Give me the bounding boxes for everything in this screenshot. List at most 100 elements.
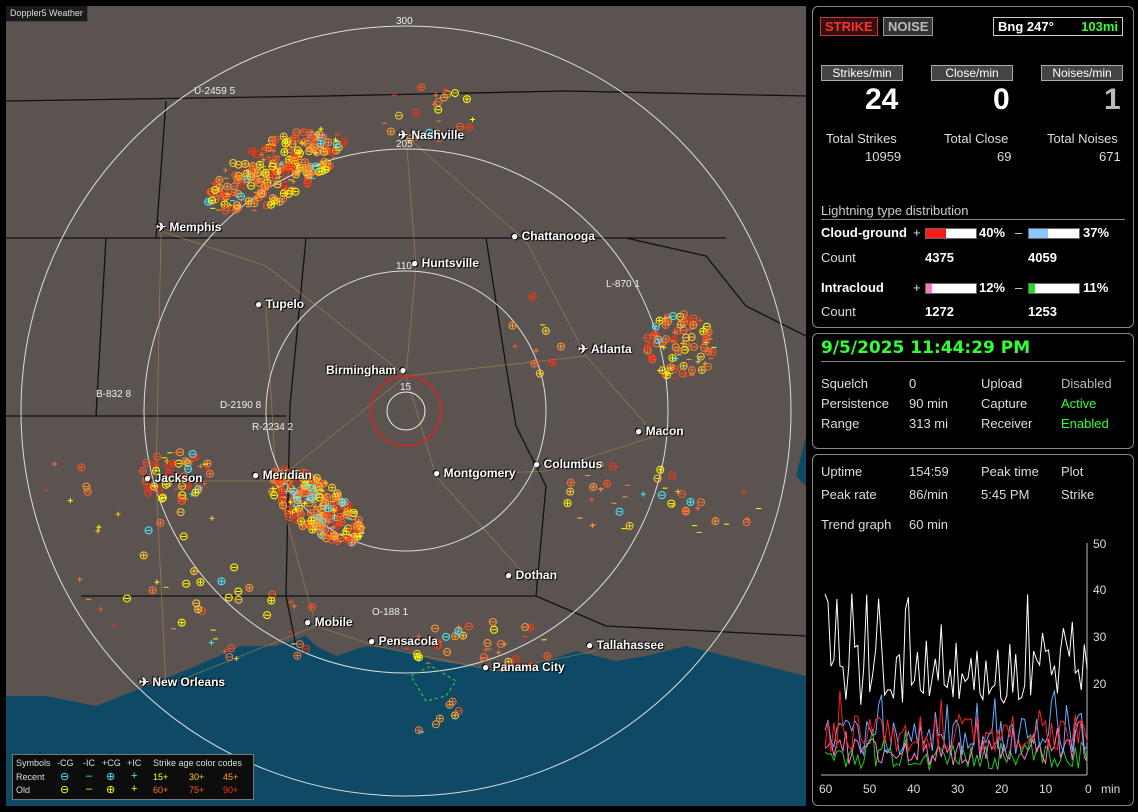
y-tick-30: 30 bbox=[1093, 630, 1107, 644]
strike-symbol bbox=[269, 175, 275, 181]
x-unit: min bbox=[1101, 782, 1121, 796]
strike-symbol bbox=[242, 161, 248, 167]
strike-symbol bbox=[246, 585, 252, 591]
strike-symbol bbox=[549, 359, 555, 365]
city-mobile: ● Mobile bbox=[304, 615, 353, 629]
strike-symbol bbox=[512, 343, 518, 349]
cg-count-label: Count bbox=[821, 250, 856, 265]
strike-symbol bbox=[268, 598, 274, 604]
ic-pos-pct: 12% bbox=[979, 280, 1006, 295]
city-huntsville: ● Huntsville bbox=[411, 256, 479, 270]
strike-symbol bbox=[179, 620, 185, 626]
city-chattanooga: ● Chattanooga bbox=[511, 229, 595, 243]
y-tick-50: 50 bbox=[1093, 537, 1107, 551]
range-label: Range bbox=[821, 416, 860, 431]
storm-marker-r[interactable]: R-2234 2 bbox=[252, 422, 293, 433]
city-label: Meridian bbox=[262, 468, 312, 482]
city-label: Tupelo bbox=[265, 297, 305, 311]
strike-symbol bbox=[567, 489, 573, 495]
x-tick-30: 30 bbox=[951, 782, 965, 796]
total-noises-value: 671 bbox=[1099, 149, 1121, 164]
strike-symbol bbox=[77, 576, 83, 582]
cg-pos-count: 4375 bbox=[925, 250, 954, 265]
strike-symbol bbox=[558, 344, 564, 350]
ic-pos-bar bbox=[925, 283, 977, 294]
storm-marker-o[interactable]: O-188 1 bbox=[372, 607, 408, 618]
strike-symbol bbox=[689, 367, 695, 373]
strike-symbol bbox=[543, 328, 549, 334]
legend-recent-label: Recent bbox=[16, 772, 45, 782]
noises-min-value: 1 bbox=[1104, 83, 1121, 116]
old-neg-cg-icon: ⊖ bbox=[60, 784, 70, 796]
age-45: 45+ bbox=[223, 772, 239, 782]
city-label: Atlanta bbox=[590, 342, 632, 356]
receiver-label: Receiver bbox=[981, 416, 1033, 431]
strike-symbol bbox=[510, 323, 516, 329]
x-tick-20: 20 bbox=[995, 782, 1009, 796]
map-legend: Symbols -CG -IC +CG +IC Strike age color… bbox=[12, 754, 254, 800]
strike-symbol bbox=[688, 499, 694, 505]
receiver-value: Enabled bbox=[1061, 416, 1109, 431]
strike-symbol bbox=[544, 653, 550, 659]
city-birmingham: Birmingham ● bbox=[326, 363, 407, 377]
close-min-label[interactable]: Close/min bbox=[931, 65, 1013, 81]
storm-marker-b[interactable]: B-832 8 bbox=[96, 389, 131, 400]
legend-header-pos-ic: +IC bbox=[127, 758, 142, 768]
legend-header-pos-cg: +CG bbox=[102, 758, 121, 768]
cg-pos-bar-fill bbox=[926, 229, 946, 238]
strike-symbol bbox=[302, 159, 308, 165]
lightning-map[interactable]: Doppler5 Weather 300 205 110 15 ✈ Nashvi… bbox=[6, 6, 806, 806]
city-meridian: ● Meridian bbox=[252, 468, 312, 482]
strike-symbol bbox=[307, 130, 313, 136]
recent-pos-cg-icon: ⊕ bbox=[106, 771, 116, 783]
strike-symbol bbox=[675, 489, 681, 495]
upload-value: Disabled bbox=[1061, 376, 1112, 391]
strike-symbol bbox=[288, 599, 294, 605]
ic-count-label: Count bbox=[821, 304, 856, 319]
trend-graph bbox=[821, 543, 1088, 776]
strike-symbol bbox=[695, 505, 701, 511]
strike-symbol bbox=[204, 460, 210, 466]
capture-value: Active bbox=[1061, 396, 1097, 411]
city-label: Montgomery bbox=[443, 466, 516, 480]
strike-symbol bbox=[98, 606, 104, 612]
storm-marker-l[interactable]: L-870 1 bbox=[606, 279, 640, 290]
city-label: Dothan bbox=[515, 568, 557, 582]
strike-button[interactable]: STRIKE bbox=[820, 17, 878, 36]
status-panel: 9/5/2025 11:44:29 PM Squelch 0 Upload Di… bbox=[812, 333, 1134, 449]
old-pos-cg-icon: ⊕ bbox=[106, 784, 116, 796]
storm-marker-d[interactable]: D-2190 8 bbox=[220, 400, 261, 411]
strike-symbol bbox=[209, 515, 215, 521]
noise-button[interactable]: NOISE bbox=[883, 17, 934, 36]
strike-symbol bbox=[568, 480, 574, 486]
ic-minus-sign: – bbox=[1015, 280, 1023, 295]
strike-symbol bbox=[675, 348, 681, 354]
map-canvas bbox=[6, 25, 806, 806]
city-nashville: ✈ Nashville bbox=[398, 128, 465, 142]
cg-plus-sign: + bbox=[913, 225, 921, 240]
strike-symbol bbox=[152, 462, 158, 468]
strike-symbol bbox=[483, 647, 489, 653]
storm-marker-u[interactable]: U-2459 5 bbox=[194, 86, 235, 97]
city-pensacola: ● Pensacola bbox=[368, 634, 438, 648]
y-tick-20: 20 bbox=[1093, 677, 1107, 691]
strike-symbol bbox=[663, 336, 669, 342]
strike-symbol bbox=[150, 587, 156, 593]
strike-symbol bbox=[51, 461, 57, 467]
strike-symbol bbox=[197, 579, 203, 585]
strikes-min-label[interactable]: Strikes/min bbox=[821, 65, 903, 81]
strike-symbol bbox=[745, 516, 751, 522]
city-label: Tallahassee bbox=[596, 638, 664, 652]
city-jackson: ● Jackson bbox=[144, 471, 203, 485]
ring-label-300: 300 bbox=[396, 16, 413, 27]
squelch-value: 0 bbox=[909, 376, 917, 391]
strike-symbol bbox=[460, 633, 466, 639]
strike-symbol bbox=[741, 489, 747, 495]
noises-min-label[interactable]: Noises/min bbox=[1041, 65, 1123, 81]
old-pos-ic-icon: + bbox=[131, 783, 138, 795]
strike-symbol bbox=[222, 167, 228, 173]
strike-symbol bbox=[341, 139, 347, 145]
age-60: 60+ bbox=[153, 785, 169, 795]
strike-symbol bbox=[669, 355, 675, 361]
strike-symbol bbox=[154, 579, 160, 585]
